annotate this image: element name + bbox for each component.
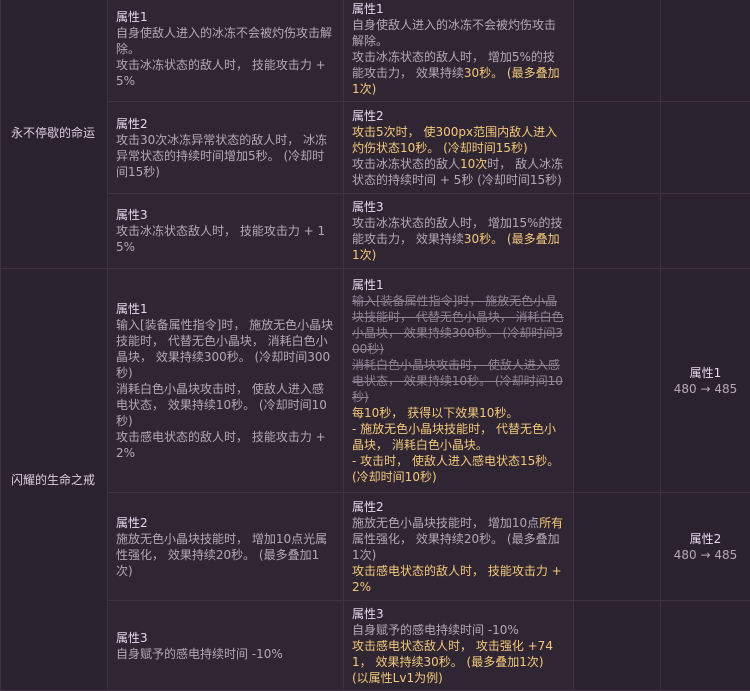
table-row: 属性3 自身赋予的感电持续时间 -10% 属性3 自身赋予的感电持续时间 -10…: [1, 601, 750, 691]
highlight-text: 30秒: [464, 66, 491, 80]
highlight-text: 每10秒， 获得以下效果10秒。: [352, 405, 565, 421]
new-attr-title: 属性2: [352, 108, 565, 124]
extra-attr-title: 属性2: [669, 531, 742, 547]
removed-text: 输入[装备属性指令]时， 施放无色小晶块技能时， 代替无色小晶块， 消耗白色小晶…: [352, 293, 565, 357]
old-attr-cell: 属性1 自身使敌人进入的冰冻不会被灼伤攻击解除。 攻击冰冻状态的敌人时， 技能攻…: [108, 0, 344, 102]
old-attr-title: 属性3: [116, 630, 335, 646]
old-attr-cell: 属性3 自身赋予的感电持续时间 -10%: [108, 601, 344, 691]
new-attr-cell: 属性1 输入[装备属性指令]时， 施放无色小晶块技能时， 代替无色小晶块， 消耗…: [344, 269, 574, 493]
old-attr-line: 攻击感电状态的敌人时， 技能攻击力 + 2%: [116, 429, 335, 461]
new-attr-title: 属性3: [352, 606, 565, 622]
old-attr-cell: 属性2 施放无色小晶块技能时， 增加10点光属性强化， 效果持续20秒。 (最多…: [108, 493, 344, 601]
new-attr-line: 施放无色小晶块技能时， 增加10点: [352, 516, 539, 530]
new-attr-cell: 属性2 施放无色小晶块技能时， 增加10点所有属性强化， 效果持续20秒。 (最…: [344, 493, 574, 601]
new-attr-line: 属性强化， 效果持续20秒。 (最多叠加1次): [352, 532, 560, 562]
old-attr-title: 属性1: [116, 301, 335, 317]
highlight-text: 所有: [539, 516, 563, 530]
old-attr-line: 消耗白色小晶块攻击时， 使敌人进入感电状态， 效果持续10秒。 (冷却时间10秒…: [116, 381, 335, 429]
old-attr-line: 攻击30次冰冻异常状态的敌人时， 冰冻异常状态的持续时间增加5秒。 (冷却时间1…: [116, 132, 335, 180]
old-attr-title: 属性2: [116, 515, 335, 531]
removed-text: 消耗白色小晶块攻击时， 使敌人进入感电状态， 效果持续10秒。 (冷却时间10秒…: [352, 357, 565, 405]
extra-cell: [574, 269, 661, 493]
extra-cell: [574, 194, 661, 269]
old-attr-cell: 属性1 输入[装备属性指令]时， 施放无色小晶块技能时， 代替无色小晶块， 消耗…: [108, 269, 344, 493]
extra-cell: [661, 194, 750, 269]
old-attr-line: 自身赋予的感电持续时间 -10%: [116, 646, 335, 662]
table-row: 闪耀的生命之戒 属性1 输入[装备属性指令]时， 施放无色小晶块技能时， 代替无…: [1, 269, 750, 493]
highlight-text: 10次: [460, 157, 487, 171]
highlight-text: 攻击感电状态敌人时， 攻击强化 +741， 效果持续30秒。 (最多叠加1次): [352, 638, 565, 670]
old-attr-line: 输入[装备属性指令]时， 施放无色小晶块技能时， 代替无色小晶块， 消耗白色小晶…: [116, 317, 335, 381]
highlight-text: - 攻击时， 使敌人进入感电状态15秒。 (冷却时间10秒): [352, 453, 565, 485]
extra-cell: [661, 0, 750, 102]
highlight-text: 30秒: [464, 232, 491, 246]
highlight-text: - 施放无色小晶块技能时， 代替无色小晶块， 消耗白色小晶块。: [352, 421, 565, 453]
new-attr-title: 属性1: [352, 1, 565, 17]
old-attr-line: 施放无色小晶块技能时， 增加10点光属性强化， 效果持续20秒。 (最多叠加1次…: [116, 531, 335, 579]
new-attr-cell: 属性3 自身赋予的感电持续时间 -10% 攻击感电状态敌人时， 攻击强化 +74…: [344, 601, 574, 691]
new-attr-cell: 属性2 攻击5次时， 使300px范围内敌人进入灼伤状态10秒。 (冷却时间15…: [344, 102, 574, 194]
extra-attr-value: 480 → 485: [669, 381, 742, 397]
old-attr-cell: 属性2 攻击30次冰冻异常状态的敌人时， 冰冻异常状态的持续时间增加5秒。 (冷…: [108, 102, 344, 194]
table-row: 属性2 攻击30次冰冻异常状态的敌人时， 冰冻异常状态的持续时间增加5秒。 (冷…: [1, 102, 750, 194]
highlight-text: 攻击感电状态的敌人时， 技能攻击力 + 2%: [352, 563, 565, 595]
highlight-text: (以属性Lv1为例): [352, 670, 565, 686]
extra-attr-value: 480 → 485: [669, 547, 742, 563]
old-attr-cell: 属性3 攻击冰冻状态敌人时， 技能攻击力 + 15%: [108, 194, 344, 269]
old-attr-line: 攻击冰冻状态的敌人时， 技能攻击力 + 5%: [116, 57, 335, 89]
table-row: 永不停歇的命运 属性1 自身使敌人进入的冰冻不会被灼伤攻击解除。 攻击冰冻状态的…: [1, 0, 750, 102]
new-attr-line: 自身使敌人进入的冰冻不会被灼伤攻击解除。: [352, 17, 565, 49]
item-name: 永不停歇的命运: [1, 0, 108, 269]
new-attr-cell: 属性1 自身使敌人进入的冰冻不会被灼伤攻击解除。 攻击冰冻状态的敌人时， 增加5…: [344, 0, 574, 102]
extra-cell: [574, 102, 661, 194]
extra-cell: 属性1 480 → 485: [661, 269, 750, 493]
extra-cell: [574, 0, 661, 102]
extra-cell: [574, 601, 661, 691]
table-row: 属性2 施放无色小晶块技能时， 增加10点光属性强化， 效果持续20秒。 (最多…: [1, 493, 750, 601]
comparison-table: 永不停歇的命运 属性1 自身使敌人进入的冰冻不会被灼伤攻击解除。 攻击冰冻状态的…: [0, 0, 750, 691]
old-attr-line: 攻击冰冻状态敌人时， 技能攻击力 + 15%: [116, 223, 335, 255]
highlight-text: 攻击5次时， 使300px范围内敌人进入灼伤状态10秒。 (冷却时间15秒): [352, 124, 565, 156]
old-attr-title: 属性1: [116, 9, 335, 25]
extra-cell: 属性2 480 → 485: [661, 493, 750, 601]
extra-cell: [574, 493, 661, 601]
new-attr-cell: 属性3 攻击冰冻状态的敌人时， 增加15%的技能攻击力， 效果持续30秒。 (最…: [344, 194, 574, 269]
new-attr-title: 属性3: [352, 199, 565, 215]
old-attr-title: 属性2: [116, 116, 335, 132]
item-name: 闪耀的生命之戒: [1, 269, 108, 691]
new-attr-title: 属性1: [352, 277, 565, 293]
extra-attr-title: 属性1: [669, 365, 742, 381]
new-attr-line: 自身赋予的感电持续时间 -10%: [352, 622, 565, 638]
old-attr-line: 自身使敌人进入的冰冻不会被灼伤攻击解除。: [116, 25, 335, 57]
extra-cell: [661, 102, 750, 194]
extra-cell: [661, 601, 750, 691]
old-attr-title: 属性3: [116, 207, 335, 223]
table-row: 属性3 攻击冰冻状态敌人时， 技能攻击力 + 15% 属性3 攻击冰冻状态的敌人…: [1, 194, 750, 269]
new-attr-line: 攻击冰冻状态的敌人: [352, 157, 460, 171]
new-attr-title: 属性2: [352, 499, 565, 515]
